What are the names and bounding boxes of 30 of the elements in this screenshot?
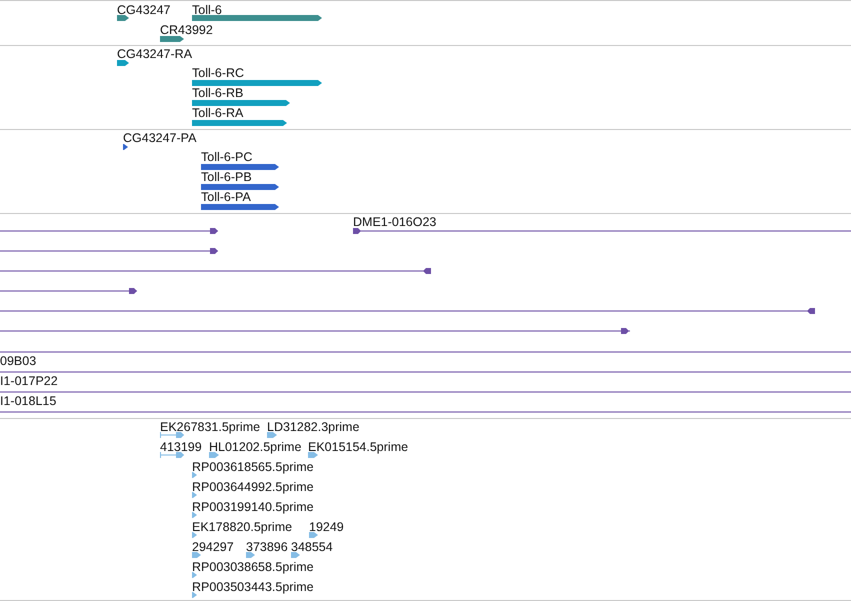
feature-label: Toll-6-RA bbox=[192, 106, 244, 120]
feature-label: RP003503443.5prime bbox=[192, 580, 314, 594]
feature-label: 19249 bbox=[309, 520, 344, 534]
feature-label: EK015154.5prime bbox=[308, 440, 408, 454]
feature-label: Toll-6-RC bbox=[192, 66, 244, 80]
feature-label: 373896 bbox=[246, 540, 288, 554]
feature-label: Toll-6-PC bbox=[201, 150, 252, 164]
feature-label: EK267831.5prime bbox=[160, 420, 260, 434]
feature-label: Toll-6 bbox=[192, 3, 222, 17]
feature-label: CG43247 bbox=[117, 3, 171, 17]
feature-label: I1-018L15 bbox=[0, 394, 56, 408]
feature-label: I1-017P22 bbox=[0, 374, 58, 388]
feature-label: CR43992 bbox=[160, 23, 213, 37]
feature-label: RP003199140.5prime bbox=[192, 500, 314, 514]
feature-label: Toll-6-PA bbox=[201, 190, 251, 204]
feature-label: LD31282.3prime bbox=[267, 420, 360, 434]
feature-label: RP003038658.5prime bbox=[192, 560, 314, 574]
feature-label: 413199 bbox=[160, 440, 202, 454]
feature-label: 09B03 bbox=[0, 354, 36, 368]
feature-label: 348554 bbox=[291, 540, 333, 554]
feature-label: RP003618565.5prime bbox=[192, 460, 314, 474]
feature-label: DME1-016O23 bbox=[353, 215, 436, 229]
feature-label: Toll-6-PB bbox=[201, 170, 252, 184]
feature-label: RP003644992.5prime bbox=[192, 480, 314, 494]
feature-label: EK178820.5prime bbox=[192, 520, 292, 534]
feature-label: HL01202.5prime bbox=[209, 440, 302, 454]
feature-label: CG43247-PA bbox=[123, 131, 196, 145]
feature-label: Toll-6-RB bbox=[192, 86, 244, 100]
feature-label: CG43247-RA bbox=[117, 47, 192, 61]
feature-label: 294297 bbox=[192, 540, 234, 554]
